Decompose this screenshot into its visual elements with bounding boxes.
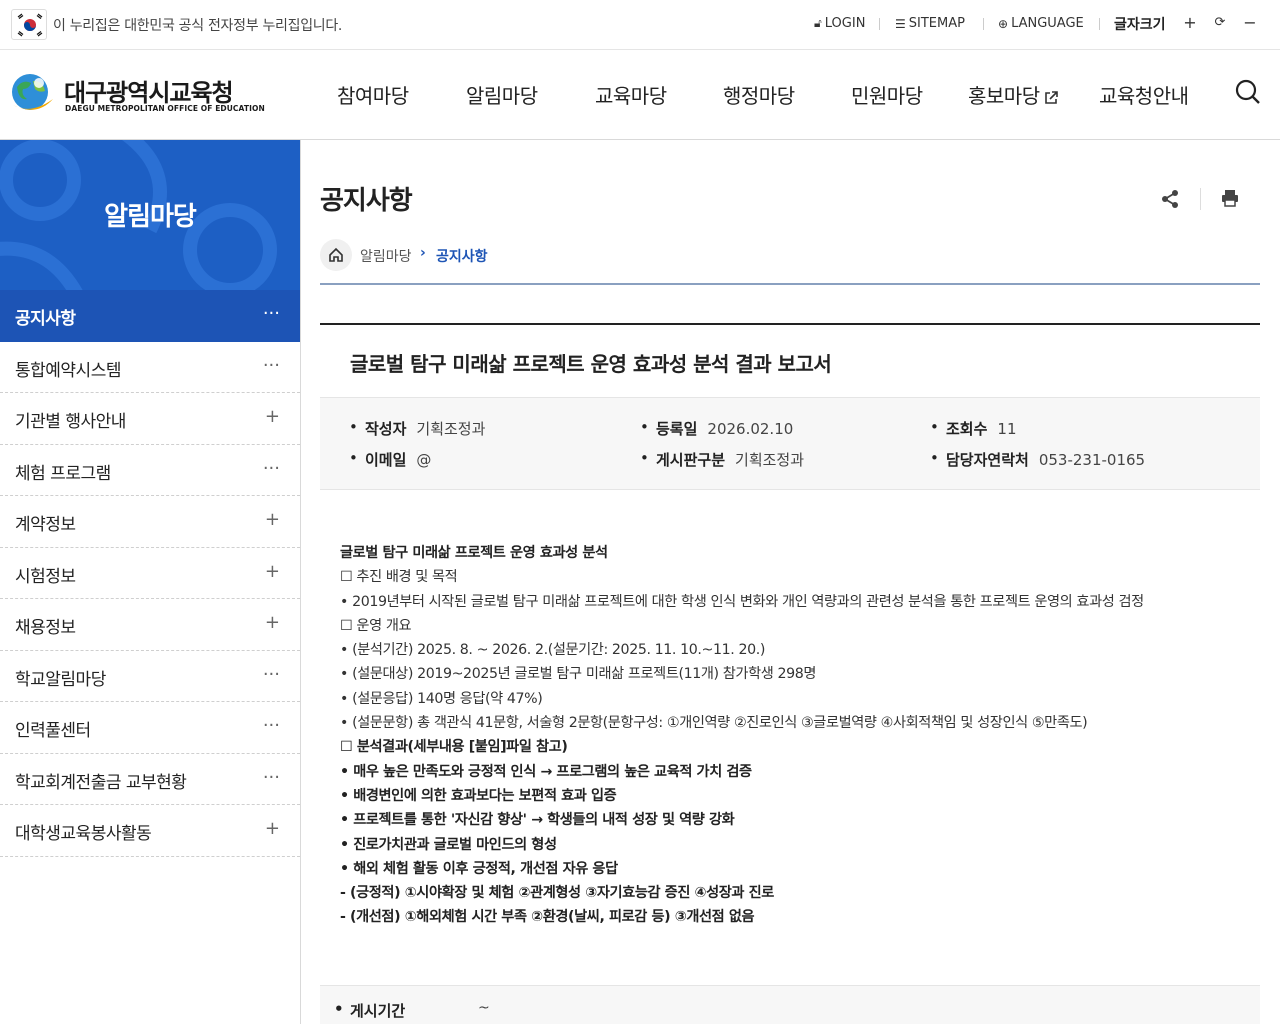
home-icon	[329, 247, 343, 262]
korea-flag-icon	[11, 9, 47, 40]
sidebar-menu: 공지사항 ··· 통합예약시스템 ··· 기관별 행사안내 + 체험 프로그램 ··· …	[0, 290, 300, 857]
article-meta: 작성자기획조정과 등록일2026.02.10 조회수11 이메일@ 게시판구분기…	[320, 397, 1260, 490]
plus-icon: +	[264, 509, 280, 530]
gnb-participation[interactable]: 참여마당	[337, 80, 409, 109]
language-link[interactable]: ⊕ LANGUAGE	[998, 16, 1084, 31]
meta-contact: 담당자연락처053-231-0165	[930, 449, 1145, 470]
posting-period-value: ~	[478, 1000, 490, 1016]
gnb-education[interactable]: 교육마당	[595, 80, 667, 109]
menu-icon: ☰	[895, 16, 906, 31]
more-icon: ···	[262, 663, 280, 685]
gnb-civil-service[interactable]: 민원마당	[851, 80, 923, 109]
sidebar-item-programs[interactable]: 체험 프로그램 ···	[0, 445, 300, 496]
external-link-icon	[1044, 90, 1058, 104]
body-line: ☐ 운영 개요	[340, 617, 412, 634]
font-decrease-button[interactable]: −	[1239, 13, 1261, 35]
body-line: • (설문문항) 총 객관식 41문항, 서술형 2문항(문항구성: ①개인역량…	[340, 715, 1088, 732]
plus-icon: +	[264, 406, 280, 427]
plus-icon: +	[264, 818, 280, 839]
meta-email: 이메일@	[349, 449, 432, 470]
gov-banner-text: 이 누리집은 대한민국 공식 전자정부 누리집입니다.	[53, 18, 343, 34]
body-line: • 진로가치관과 글로벌 마인드의 형성	[340, 836, 557, 853]
article-body: 글로벌 탐구 미래삶 프로젝트 운영 효과성 분석 ☐ 추진 배경 및 목적 •…	[340, 541, 1240, 930]
body-line: • 해외 체험 활동 이후 긍정적, 개선점 자유 응답	[340, 860, 618, 877]
page-title: 공지사항	[320, 186, 413, 216]
more-icon: ···	[262, 457, 280, 479]
more-icon: ···	[262, 354, 280, 376]
meta-author: 작성자기획조정과	[349, 418, 485, 439]
more-icon: ···	[262, 766, 280, 788]
share-icon[interactable]	[1160, 189, 1180, 213]
font-increase-button[interactable]: +	[1179, 13, 1201, 35]
posting-period-label: 게시기간	[334, 1000, 405, 1021]
body-line: • (분석기간) 2025. 8. ~ 2026. 2.(설문기간: 2025.…	[340, 642, 765, 659]
font-reset-button[interactable]: ⟳	[1209, 13, 1231, 35]
lock-icon: 🔓︎	[814, 16, 822, 30]
body-line: • 프로젝트를 통한 '자신감 향상' → 학생들의 내적 성장 및 역량 강화	[340, 812, 735, 829]
body-line: • (설문대상) 2019~2025년 글로벌 탐구 미래삶 프로젝트(11개)…	[340, 666, 817, 683]
gnb-administration[interactable]: 행정마당	[723, 80, 795, 109]
posting-period-box	[320, 985, 1260, 1024]
sidebar-item-recruitment[interactable]: 채용정보 +	[0, 599, 300, 651]
sidebar-title: 알림마당	[104, 202, 197, 232]
sidebar-item-school-funds[interactable]: 학교회계전출금 교부현황 ···	[0, 754, 300, 805]
gnb-office-info[interactable]: 교육청안내	[1099, 80, 1189, 109]
font-size-label: 글자크기	[1114, 17, 1166, 33]
body-line: • (설문응답) 140명 응답(약 47%)	[340, 690, 543, 707]
sidebar-item-events[interactable]: 기관별 행사안내 +	[0, 393, 300, 445]
breadcrumb-separator: ›	[420, 245, 426, 261]
search-icon[interactable]	[1234, 78, 1262, 110]
meta-date: 등록일2026.02.10	[640, 418, 793, 439]
site-header: 대구광역시교육청 DAEGU METROPOLITAN OFFICE OF ED…	[0, 50, 1280, 140]
sidebar-item-exams[interactable]: 시험정보 +	[0, 548, 300, 599]
gnb-promotion[interactable]: 홍보마당	[968, 80, 1058, 109]
more-icon: ···	[262, 715, 280, 736]
sitemap-link[interactable]: ☰ SITEMAP	[895, 16, 965, 31]
sidebar-banner: 알림마당	[0, 140, 300, 290]
gnb-notice[interactable]: 알림마당	[466, 80, 538, 109]
breadcrumb-parent[interactable]: 알림마당	[360, 246, 412, 266]
meta-category: 게시판구분기획조정과	[640, 449, 804, 470]
home-button[interactable]	[320, 239, 352, 271]
body-line: ☐ 분석결과(세부내용 [붙임]파일 참고)	[340, 739, 568, 756]
sidebar-item-volunteer[interactable]: 대학생교육봉사활동 +	[0, 805, 300, 857]
body-line: - (개선점) ①해외체험 시간 부족 ②환경(날씨, 피로감 등) ③개선점 …	[340, 909, 755, 926]
print-icon[interactable]	[1221, 189, 1239, 211]
body-line: • 2019년부터 시작된 글로벌 탐구 미래삶 프로젝트에 대한 학생 인식 …	[340, 593, 1144, 610]
logo-name-en: DAEGU METROPOLITAN OFFICE OF EDUCATION	[65, 104, 265, 113]
body-line: - (긍정적) ①시야확장 및 체험 ②관계형성 ③자기효능감 증진 ④성장과 …	[340, 885, 774, 902]
sidebar-item-talent-pool[interactable]: 인력풀센터 ···	[0, 702, 300, 754]
article-title: 글로벌 탐구 미래삶 프로젝트 운영 효과성 분석 결과 보고서	[350, 352, 832, 376]
logo-name-kr[interactable]: 대구광역시교육청	[64, 73, 234, 108]
body-line: • 매우 높은 만족도와 긍정적 인식 → 프로그램의 높은 교육적 가치 검증	[340, 763, 752, 780]
more-icon: ···	[262, 303, 280, 324]
sidebar-item-notice[interactable]: 공지사항 ···	[0, 290, 300, 342]
plus-icon: +	[264, 560, 280, 582]
breadcrumb-current[interactable]: 공지사항	[436, 246, 488, 266]
plus-icon: +	[264, 612, 280, 633]
left-sidebar: 알림마당 공지사항 ··· 통합예약시스템 ··· 기관별 행사안내 + 체험 프로그…	[0, 140, 301, 1024]
sidebar-item-contracts[interactable]: 계약정보 +	[0, 496, 300, 548]
sidebar-item-reservation[interactable]: 통합예약시스템 ···	[0, 342, 300, 393]
gov-utility-bar: 이 누리집은 대한민국 공식 전자정부 누리집입니다. 🔓︎ LOGIN ☰ SIT…	[0, 0, 1280, 50]
login-link[interactable]: 🔓︎ LOGIN	[814, 16, 865, 31]
body-line: ☐ 추진 배경 및 목적	[340, 569, 458, 586]
meta-views: 조회수11	[930, 418, 1016, 439]
body-line: 글로벌 탐구 미래삶 프로젝트 운영 효과성 분석	[340, 545, 608, 561]
sidebar-item-school-news[interactable]: 학교알림마당 ···	[0, 651, 300, 702]
body-line: • 배경변인에 의한 효과보다는 보편적 효과 입증	[340, 787, 617, 804]
logo-emblem-icon[interactable]	[9, 71, 55, 121]
globe-icon: ⊕	[998, 16, 1009, 31]
